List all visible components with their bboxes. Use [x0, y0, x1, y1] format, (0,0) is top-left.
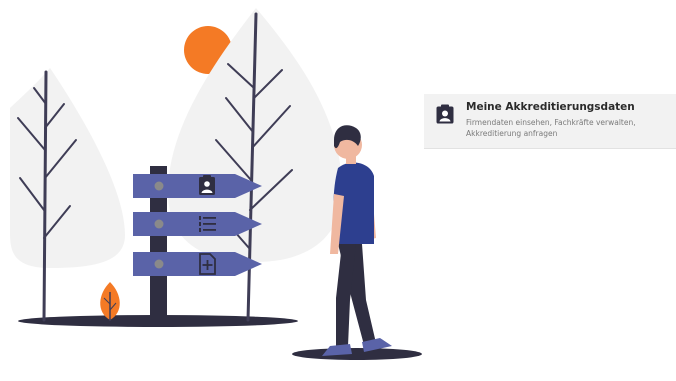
clipboard-user-icon	[199, 175, 215, 195]
sign-document	[133, 252, 262, 276]
person-shadow	[292, 348, 422, 360]
sign-profile	[133, 174, 262, 198]
card-title: Meine Akkreditierungsdaten	[466, 101, 635, 113]
accreditation-data-card[interactable]: Meine Akkreditierungsdaten Firmendaten e…	[424, 94, 676, 149]
card-description: Firmendaten einsehen, Fachkräfte verwalt…	[466, 118, 636, 138]
illustration	[10, 8, 422, 360]
left-tree-foliage	[10, 68, 125, 268]
clipboard-user-icon	[436, 104, 454, 124]
sign-list	[133, 212, 262, 236]
small-bush	[100, 282, 120, 321]
